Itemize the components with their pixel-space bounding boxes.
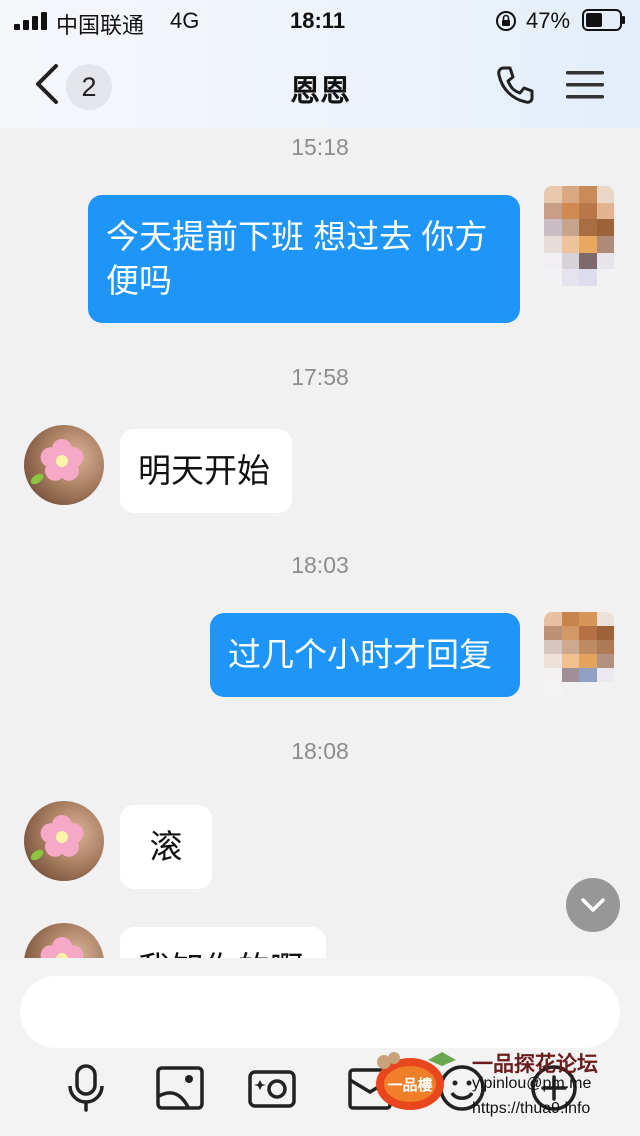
microphone-icon[interactable]	[60, 1062, 112, 1114]
timestamp: 18:03	[291, 552, 349, 578]
message-bubble-incoming[interactable]: 明天开始	[120, 429, 292, 513]
signal-icon	[14, 12, 47, 30]
watermark-title: 一品探花论坛	[472, 1053, 598, 1076]
self-avatar[interactable]	[544, 612, 614, 696]
watermark-email: yipinlou@pm.me	[472, 1075, 592, 1092]
flower-sticker-icon	[40, 937, 84, 958]
battery-icon	[582, 9, 625, 31]
status-bar: 中国联通 4G 18:11 47%	[0, 0, 640, 44]
watermark-url: https://thua9.info	[472, 1100, 591, 1117]
image-icon[interactable]	[154, 1062, 206, 1114]
message-bubble-outgoing[interactable]: 过几个小时才回复	[210, 613, 520, 697]
self-avatar[interactable]	[544, 186, 614, 286]
message-list[interactable]: 15:18 今天提前下班 想过去 你方便吗 17:58 明天开始 18:03 过…	[0, 128, 640, 958]
rotation-lock-icon	[496, 11, 516, 31]
watermark-logo: 一品樓	[376, 1052, 456, 1110]
message-bubble-incoming[interactable]: 我知你的啊	[120, 927, 326, 958]
chat-header: 2 恩恩	[0, 44, 640, 128]
contact-avatar[interactable]	[24, 801, 104, 881]
camera-icon[interactable]	[246, 1062, 298, 1114]
timestamp: 17:58	[291, 364, 349, 390]
message-bubble-outgoing[interactable]: 今天提前下班 想过去 你方便吗	[88, 195, 520, 323]
menu-icon[interactable]	[566, 70, 604, 100]
flower-sticker-icon	[30, 815, 84, 861]
status-time: 18:11	[290, 8, 346, 33]
phone-icon[interactable]	[494, 64, 536, 106]
battery-percent: 47%	[526, 8, 571, 33]
chat-title: 恩恩	[290, 75, 350, 108]
network-type: 4G	[170, 8, 200, 33]
chevron-down-icon	[581, 898, 605, 912]
contact-avatar[interactable]	[24, 923, 104, 958]
contact-avatar[interactable]	[24, 425, 104, 505]
top-bar: 中国联通 4G 18:11 47% 2 恩恩	[0, 0, 640, 128]
scroll-to-bottom-button[interactable]	[566, 878, 620, 932]
svg-text:一品樓: 一品樓	[387, 1076, 432, 1094]
timestamp: 18:08	[291, 738, 349, 764]
timestamp: 15:18	[291, 134, 349, 160]
carrier-name: 中国联通	[56, 13, 145, 38]
message-input[interactable]	[20, 976, 620, 1048]
message-bubble-incoming[interactable]: 滚	[120, 805, 212, 889]
flower-sticker-icon	[30, 439, 84, 485]
